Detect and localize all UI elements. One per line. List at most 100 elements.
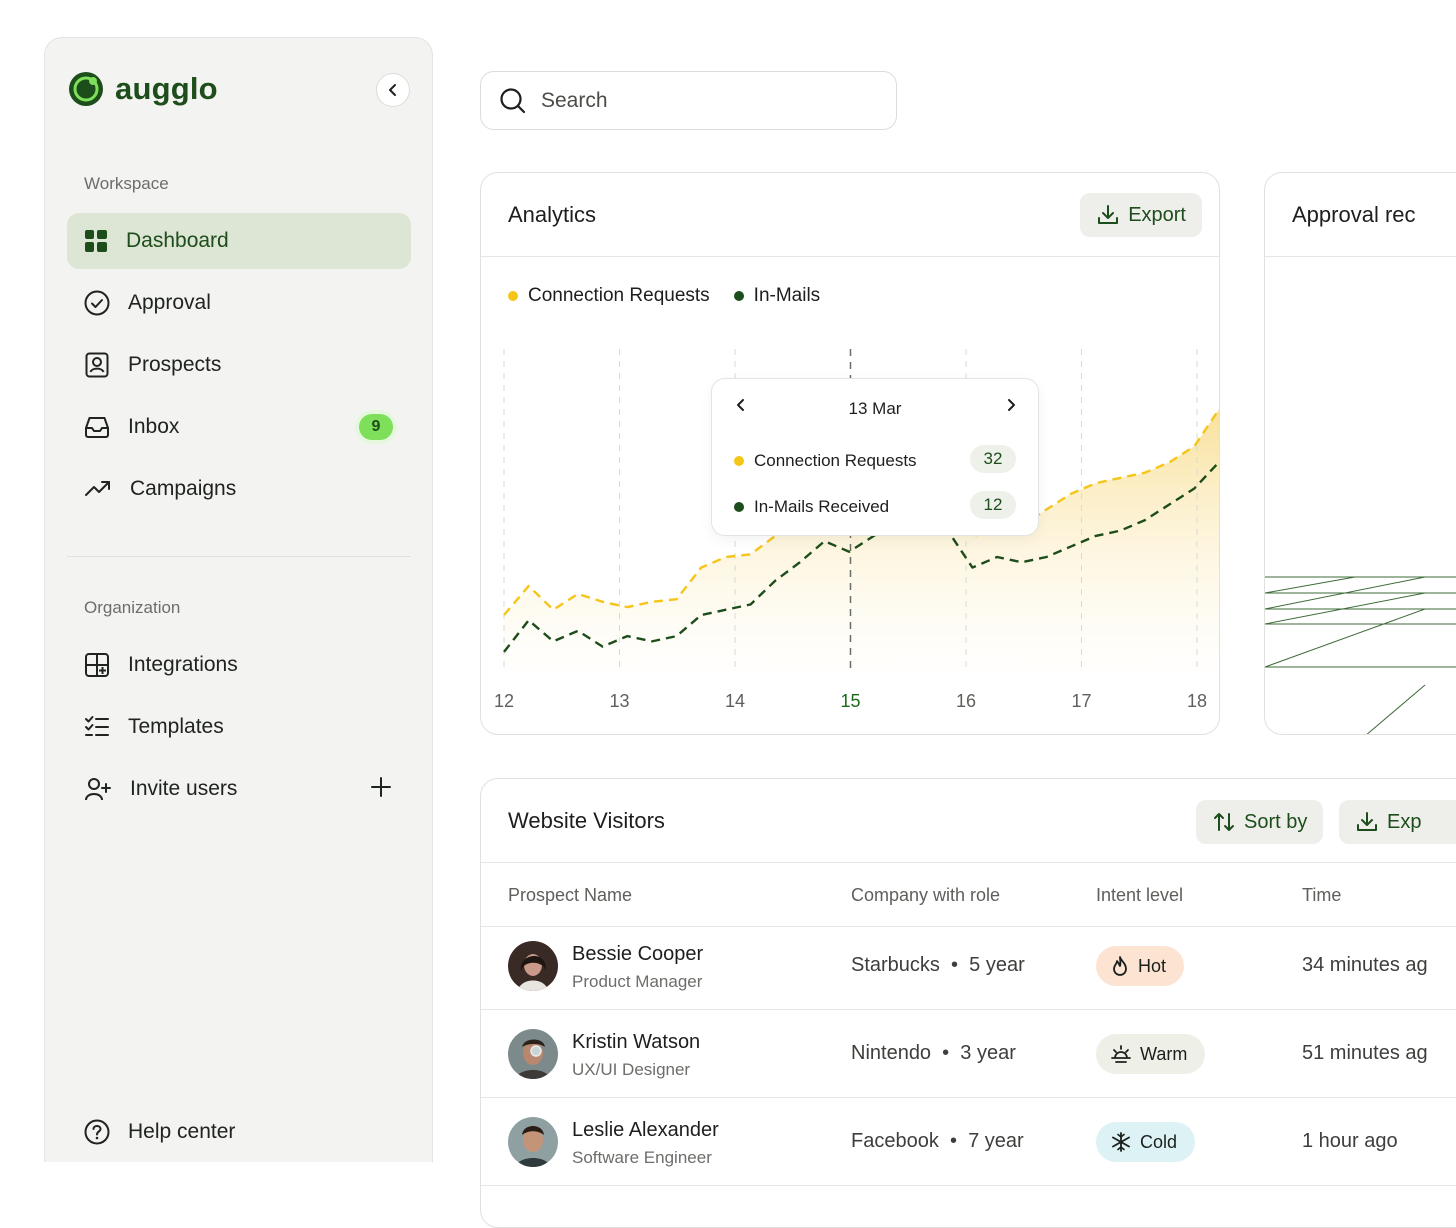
avatar	[508, 1029, 558, 1079]
tooltip-row: Connection Requests 32	[734, 445, 1016, 473]
sort-by-button[interactable]: Sort by	[1196, 800, 1324, 844]
sidebar-item-inbox[interactable]: Inbox 9	[67, 399, 411, 455]
visit-time: 34 minutes ag	[1302, 954, 1428, 976]
intent-badge: Warm	[1096, 1034, 1206, 1074]
inbox-count-badge: 9	[359, 414, 393, 440]
grid-icon	[85, 230, 107, 252]
sidebar-item-label: Help center	[128, 1120, 236, 1143]
tooltip-value: 12	[970, 491, 1016, 519]
tooltip-value: 32	[970, 445, 1016, 473]
brand[interactable]: augglo	[67, 70, 218, 108]
avatar	[508, 1117, 558, 1167]
sun-icon	[1111, 1045, 1131, 1063]
integrations-icon	[85, 653, 109, 677]
snowflake-icon	[1112, 1132, 1130, 1152]
table-row[interactable]: Leslie Alexander Software Engineer Faceb…	[481, 1098, 1456, 1186]
visitors-header: Website Visitors Sort by Exp	[481, 779, 1456, 863]
intent-label: Cold	[1140, 1131, 1178, 1152]
approval-line	[1265, 608, 1426, 668]
sidebar-item-label: Campaigns	[130, 477, 237, 500]
table-row[interactable]: Kristin Watson UX/UI Designer Nintendo •…	[481, 1010, 1456, 1098]
tooltip-row: In-Mails Received 12	[734, 491, 1016, 519]
column-header[interactable]: Time	[1302, 885, 1341, 906]
prospect-role: UX/UI Designer	[572, 1060, 691, 1079]
sidebar-item-label: Templates	[128, 715, 224, 738]
tooltip-dot	[734, 502, 744, 512]
column-header[interactable]: Intent level	[1096, 885, 1183, 906]
download-icon	[1357, 812, 1377, 831]
analytics-title: Analytics	[508, 201, 597, 227]
tooltip-date: 13 Mar	[848, 399, 902, 418]
sidebar-divider	[67, 556, 411, 557]
sidebar-item-label: Inbox	[128, 415, 180, 438]
prospect-role: Product Manager	[572, 972, 703, 991]
approval-header: Approval rec	[1265, 173, 1456, 257]
export-label: Export	[1128, 203, 1186, 226]
sidebar-item-templates[interactable]: Templates	[67, 699, 411, 755]
x-tick-label: 12	[493, 691, 515, 711]
table-row[interactable]: Bessie Cooper Product Manager Starbucks …	[481, 922, 1456, 1010]
company-with-role: Nintendo • 3 year	[851, 1042, 1016, 1064]
sort-label: Sort by	[1244, 810, 1308, 833]
intent-badge: Cold	[1096, 1122, 1196, 1162]
sidebar-item-integrations[interactable]: Integrations	[67, 637, 411, 693]
tooltip-dot	[734, 456, 744, 466]
prospect-role: Software Engineer	[572, 1148, 712, 1167]
sidebar-item-campaigns[interactable]: Campaigns	[67, 461, 411, 517]
company-years: 5 year	[969, 954, 1025, 976]
search-input[interactable]	[541, 88, 861, 113]
plus-icon[interactable]	[369, 775, 393, 799]
legend-label: In-Mails	[753, 285, 821, 306]
search-bar[interactable]	[480, 71, 897, 130]
x-tick-label: 17	[1071, 691, 1092, 711]
visitors-card: Website Visitors Sort by Exp Prospect Na…	[480, 778, 1456, 1228]
column-header[interactable]: Company with role	[851, 885, 1000, 906]
legend-dot	[508, 291, 518, 301]
flame-icon	[1113, 956, 1127, 976]
legend-item[interactable]: In-Mails	[733, 285, 821, 307]
export-button[interactable]: Export	[1080, 193, 1202, 237]
sidebar-item-label: Invite users	[130, 777, 238, 800]
company-name: Facebook	[851, 1130, 939, 1152]
company-with-role: Facebook • 7 year	[851, 1130, 1024, 1152]
sidebar-item-approval[interactable]: Approval	[67, 275, 411, 331]
sidebar-item-help-center[interactable]: Help center	[67, 1104, 411, 1160]
chevron-right-icon[interactable]	[1004, 397, 1018, 413]
prospect-name: Bessie Cooper	[572, 943, 704, 965]
tooltip-label: Connection Requests	[754, 451, 917, 470]
x-tick-label: 18	[1186, 691, 1208, 711]
approval-line	[1265, 576, 1356, 594]
visitors-export-button[interactable]: Exp	[1339, 800, 1456, 844]
download-icon	[1098, 205, 1119, 224]
company-years: 3 year	[960, 1042, 1016, 1064]
table-header: Prospect Name Company with role Intent l…	[481, 863, 1456, 927]
sidebar: augglo Workspace Dashboard Approval Pros…	[44, 37, 433, 1162]
help-icon	[84, 1119, 110, 1145]
company-name: Starbucks	[851, 954, 940, 976]
logo-icon	[69, 72, 103, 106]
approval-card: Approval rec	[1264, 172, 1456, 735]
sidebar-item-label: Approval	[128, 291, 211, 314]
column-header[interactable]: Prospect Name	[508, 885, 632, 906]
inbox-icon	[85, 417, 109, 438]
collapse-sidebar-button[interactable]	[376, 73, 410, 107]
tooltip-label: In-Mails Received	[754, 497, 890, 516]
visitors-title: Website Visitors	[508, 807, 665, 833]
intent-badge: Hot	[1096, 946, 1185, 986]
company-name: Nintendo	[851, 1042, 932, 1064]
sidebar-item-prospects[interactable]: Prospects	[67, 337, 411, 393]
analytics-card: Analytics Export Connection Requests In-…	[480, 172, 1220, 735]
legend-dot	[733, 291, 744, 301]
trend-icon	[85, 481, 110, 496]
approval-chart	[1265, 576, 1456, 734]
legend-item[interactable]: Connection Requests	[508, 285, 710, 307]
organization-label: Organization	[84, 598, 181, 617]
avatar	[508, 941, 558, 991]
x-tick-label: 14	[724, 691, 746, 711]
sidebar-item-invite-users[interactable]: Invite users	[67, 761, 411, 817]
x-tick-label: 16	[955, 691, 977, 711]
company-years: 7 year	[968, 1130, 1024, 1152]
user-plus-icon	[85, 778, 111, 801]
brand-name: augglo	[115, 71, 218, 106]
sidebar-item-dashboard[interactable]: Dashboard	[67, 213, 411, 269]
